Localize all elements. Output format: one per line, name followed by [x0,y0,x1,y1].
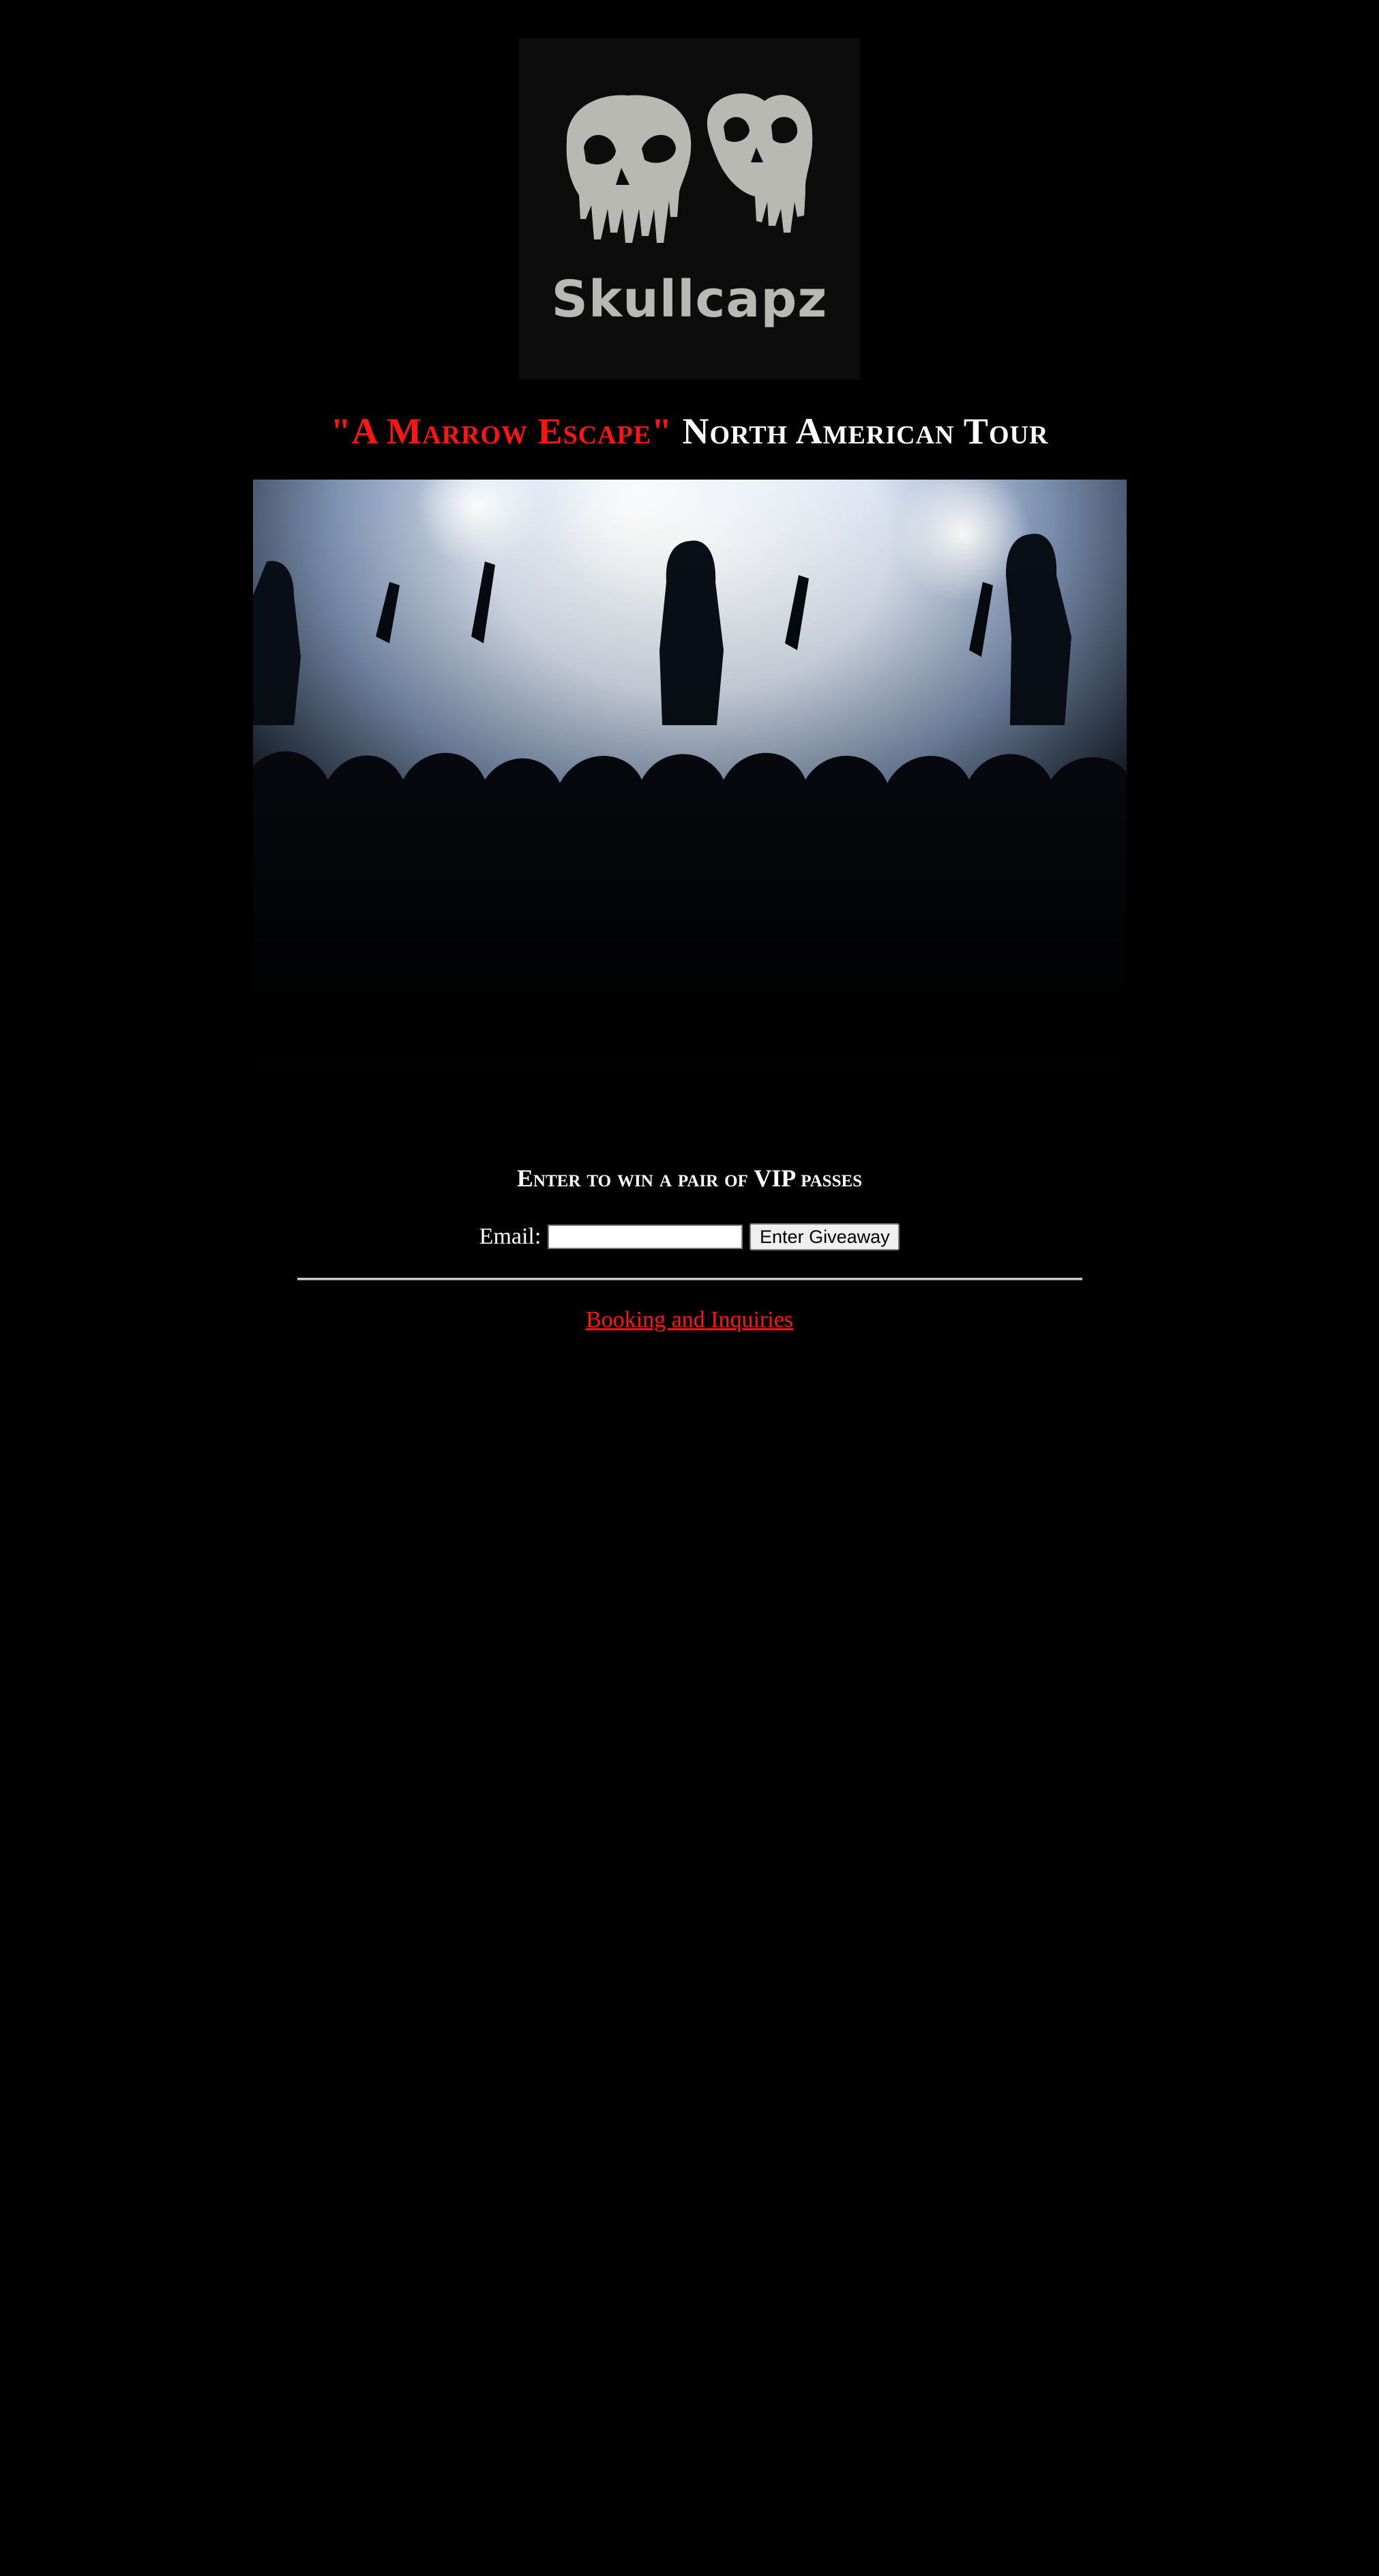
giveaway-heading: Enter to win a pair of VIP passes [516,1165,863,1192]
email-field[interactable] [548,1225,743,1249]
logo-wordmark: Skullcapz [552,270,828,329]
tour-heading: "A Marrow Escape" North American Tour [0,407,1379,456]
tour-name: "A Marrow Escape" [330,411,673,452]
concert-crowd-photo-icon [253,480,1127,1137]
divider [297,1278,1082,1280]
tour-subtitle: North American Tour [682,411,1049,452]
concert-crowd-image [253,480,1127,1137]
twin-skulls-logo-icon: Skullcapz [519,38,860,379]
booking-inquiries-link[interactable]: Booking and Inquiries [0,1304,1379,1336]
giveaway-form: Email: Enter Giveaway [0,1221,1379,1253]
band-logo: Skullcapz [519,38,860,379]
email-label: Email: [479,1224,542,1249]
enter-giveaway-button[interactable]: Enter Giveaway [750,1223,900,1250]
